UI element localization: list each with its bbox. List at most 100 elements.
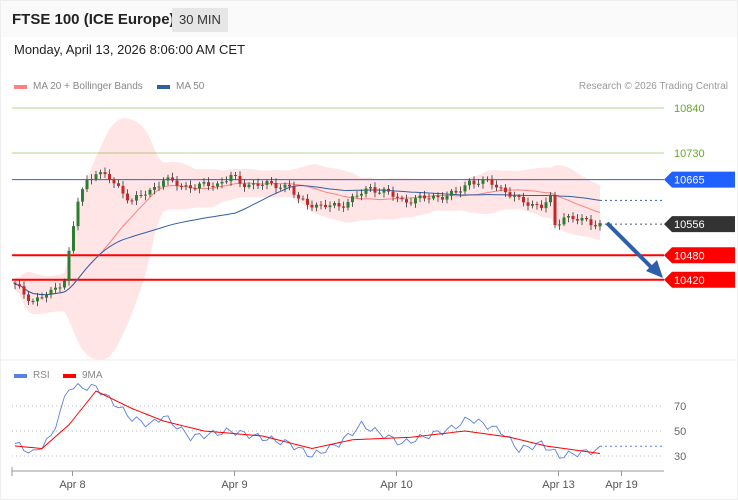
candle-body [369,187,372,189]
candle-body [198,183,201,189]
candle-body [562,217,566,225]
candle-body [292,186,296,195]
candle-body [391,191,395,197]
candle-body [310,204,314,208]
candle-body [18,284,21,287]
candle-body [99,172,102,175]
candle-body [22,286,26,295]
candle-body [436,195,440,198]
candle-body [450,190,453,196]
candle-body [49,289,53,295]
candle-body [567,216,570,218]
candle-body [81,189,84,202]
candle-body [319,204,323,206]
candle-body [333,203,336,206]
candle-body [540,204,543,209]
candle-body [580,218,584,221]
candle-body [373,187,377,193]
candle-body [94,174,98,180]
candle-body [531,204,534,206]
rsi-tick-label: 50 [674,426,686,438]
candle-body [427,198,431,200]
level-label-10730: 10730 [674,148,705,160]
candle-body [297,194,300,199]
candle-body [342,206,345,208]
candle-body [247,184,251,187]
candle-body [454,190,458,193]
candle-body [324,204,327,208]
candle-body [526,202,530,206]
x-tick-label: Apr 9 [221,479,247,491]
candle [67,247,71,286]
candle-body [490,179,494,185]
candle-body [549,194,552,203]
level-label-10665: 10665 [674,175,705,187]
candle-body [598,223,602,227]
candle-body [364,188,368,194]
candle-body [346,202,350,208]
candle-body [252,183,255,185]
candle [76,197,80,231]
candle-body [351,196,354,203]
x-tick-label: Apr 13 [542,479,574,491]
candle-body [261,184,264,186]
candle-body [337,203,341,207]
candle-body [238,175,242,184]
candle-body [157,186,161,188]
candle-body [517,195,521,197]
candle-body [162,180,165,187]
candle-body [360,193,363,196]
candle-body [418,195,422,199]
x-tick-label: Apr 19 [605,479,637,491]
candle-body [103,172,107,175]
candle-body [54,287,57,290]
candle-body [256,183,260,186]
candle-body [229,174,233,182]
candle-body [166,177,170,181]
candle-body [306,198,309,205]
candle-body [558,224,561,226]
candle-body [193,188,197,190]
candle-body [459,191,462,193]
candle-body [13,282,17,285]
candle-body [211,186,215,188]
candle-body [355,195,359,197]
rsi-tick-label: 70 [674,401,686,413]
candle-body [27,294,30,302]
candle-body [283,184,287,188]
candle-body [472,180,476,185]
candle-body [378,192,381,194]
level-label-10556: 10556 [674,219,705,231]
candle-body [477,183,480,185]
candle-body [207,182,210,187]
candle-body [499,187,503,189]
candle-body [225,181,228,183]
candle-body [409,202,413,204]
price-chart[interactable]: 10840 10730 10665 10556 10480 10420 70 50 30 Apr … [1,1,738,500]
candle-body [184,185,188,187]
candle-body [396,196,399,198]
candle-body [495,184,498,188]
candle [72,221,75,254]
rsi-tick-label: 30 [674,451,686,463]
candle-body [243,183,246,187]
candle-body [594,225,597,227]
candle-body [202,182,206,184]
candle-body [589,219,593,226]
candle-body [463,185,467,192]
candle-body [112,179,116,184]
candle-body [513,195,516,197]
rsi-9ma-line [14,390,601,454]
candle-body [108,174,111,180]
candle-body [153,187,156,190]
candle-body [85,179,89,190]
candle-body [234,174,237,176]
candle-body [508,192,512,197]
candle-body [279,187,282,189]
candle-body [67,250,71,281]
candle-body [31,301,35,303]
x-tick-label: Apr 8 [59,479,85,491]
candle-body [576,219,579,221]
candle-body [504,187,507,193]
candle-body [90,179,93,181]
